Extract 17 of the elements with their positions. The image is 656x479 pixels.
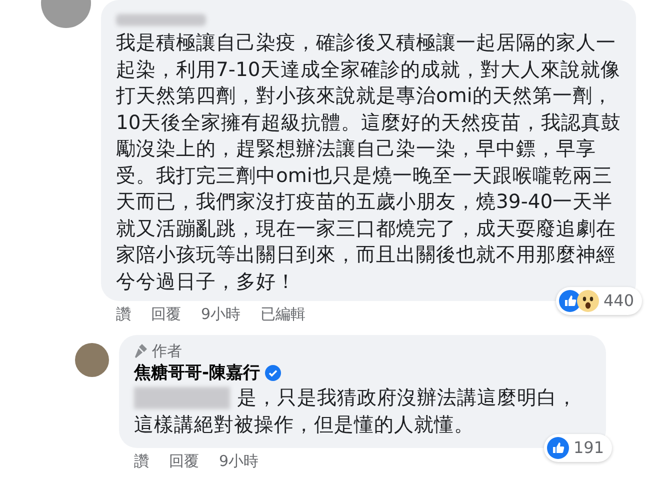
author-label: 作者: [152, 341, 182, 361]
surprised-face-icon: [577, 290, 600, 312]
comment-action: 9小時: [201, 305, 241, 323]
comment-text-line: 是，只是我猜政府沒辦法講這麼明白，: [237, 385, 577, 411]
thumbs-up-icon: [547, 437, 570, 459]
comment-action[interactable]: 讚: [134, 452, 149, 470]
comment-text-line: 這樣講絕對被操作，但是懂的人就懂。: [134, 412, 474, 438]
avatar[interactable]: [75, 343, 109, 377]
reaction-count[interactable]: 191: [544, 434, 612, 462]
reaction-count[interactable]: 440: [556, 287, 642, 315]
comment-action[interactable]: 回覆: [151, 305, 181, 323]
comment-action: 已編輯: [260, 305, 306, 323]
microphone-icon: [134, 343, 148, 359]
comment-action[interactable]: 回覆: [169, 452, 199, 470]
comment-action: 9小時: [219, 452, 259, 470]
author-name[interactable]: 焦糖哥哥-陳嘉行: [134, 361, 260, 385]
comment-action[interactable]: 讚: [116, 305, 131, 323]
